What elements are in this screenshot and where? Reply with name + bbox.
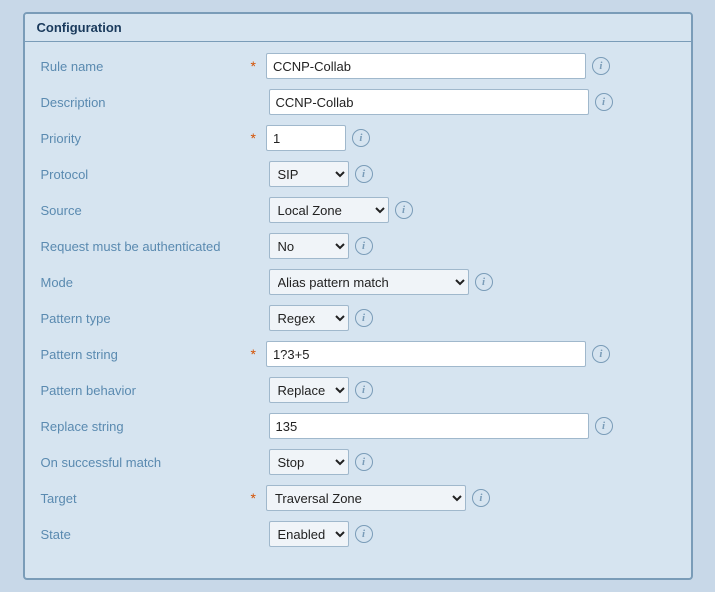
mode-controls: Alias pattern match Any alias i	[251, 269, 675, 295]
description-controls: i	[251, 89, 675, 115]
pattern-type-controls: Regex Prefix Suffix i	[251, 305, 675, 331]
pattern-string-required-star: *	[251, 346, 256, 362]
rule-name-info-icon[interactable]: i	[592, 57, 610, 75]
state-info-icon[interactable]: i	[355, 525, 373, 543]
pattern-behavior-controls: Replace Strip Add prefix i	[251, 377, 675, 403]
source-label: Source	[41, 203, 251, 218]
target-info-icon[interactable]: i	[472, 489, 490, 507]
description-row: Description i	[41, 86, 675, 118]
source-select[interactable]: Local Zone Default Zone	[269, 197, 389, 223]
mode-select[interactable]: Alias pattern match Any alias	[269, 269, 469, 295]
pattern-string-row: Pattern string * i	[41, 338, 675, 370]
request-auth-info-icon[interactable]: i	[355, 237, 373, 255]
target-label: Target	[41, 491, 251, 506]
on-success-label: On successful match	[41, 455, 251, 470]
description-label: Description	[41, 95, 251, 110]
protocol-info-icon[interactable]: i	[355, 165, 373, 183]
state-controls: Enabled Disabled i	[251, 521, 675, 547]
state-row: State Enabled Disabled i	[41, 518, 675, 550]
pattern-behavior-select[interactable]: Replace Strip Add prefix	[269, 377, 349, 403]
pattern-type-label: Pattern type	[41, 311, 251, 326]
replace-string-input[interactable]	[269, 413, 589, 439]
description-info-icon[interactable]: i	[595, 93, 613, 111]
source-controls: Local Zone Default Zone i	[251, 197, 675, 223]
priority-info-icon[interactable]: i	[352, 129, 370, 147]
pattern-behavior-info-icon[interactable]: i	[355, 381, 373, 399]
configuration-panel: Configuration Rule name * i Description …	[23, 12, 693, 580]
description-input[interactable]	[269, 89, 589, 115]
priority-required-star: *	[251, 130, 256, 146]
protocol-row: Protocol SIP H.323 i	[41, 158, 675, 190]
pattern-string-info-icon[interactable]: i	[592, 345, 610, 363]
rule-name-input[interactable]	[266, 53, 586, 79]
source-row: Source Local Zone Default Zone i	[41, 194, 675, 226]
request-auth-row: Request must be authenticated No Yes i	[41, 230, 675, 262]
pattern-behavior-row: Pattern behavior Replace Strip Add prefi…	[41, 374, 675, 406]
request-auth-select[interactable]: No Yes	[269, 233, 349, 259]
mode-label: Mode	[41, 275, 251, 290]
rule-name-row: Rule name * i	[41, 50, 675, 82]
target-row: Target * Traversal Zone Default Zone Loc…	[41, 482, 675, 514]
mode-info-icon[interactable]: i	[475, 273, 493, 291]
target-controls: * Traversal Zone Default Zone Local Zone…	[251, 485, 675, 511]
required-star: *	[251, 58, 256, 74]
replace-string-info-icon[interactable]: i	[595, 417, 613, 435]
priority-label: Priority	[41, 131, 251, 146]
target-select[interactable]: Traversal Zone Default Zone Local Zone	[266, 485, 466, 511]
priority-input[interactable]	[266, 125, 346, 151]
on-success-controls: Stop Continue i	[251, 449, 675, 475]
on-success-row: On successful match Stop Continue i	[41, 446, 675, 478]
protocol-label: Protocol	[41, 167, 251, 182]
replace-string-row: Replace string i	[41, 410, 675, 442]
replace-string-label: Replace string	[41, 419, 251, 434]
on-success-info-icon[interactable]: i	[355, 453, 373, 471]
rule-name-label: Rule name	[41, 59, 251, 74]
on-success-select[interactable]: Stop Continue	[269, 449, 349, 475]
pattern-behavior-label: Pattern behavior	[41, 383, 251, 398]
replace-string-controls: i	[251, 413, 675, 439]
priority-controls: * i	[251, 125, 675, 151]
panel-title: Configuration	[25, 14, 691, 42]
request-auth-controls: No Yes i	[251, 233, 675, 259]
request-auth-label: Request must be authenticated	[41, 239, 251, 254]
protocol-controls: SIP H.323 i	[251, 161, 675, 187]
pattern-type-info-icon[interactable]: i	[355, 309, 373, 327]
pattern-string-label: Pattern string	[41, 347, 251, 362]
state-select[interactable]: Enabled Disabled	[269, 521, 349, 547]
pattern-string-input[interactable]	[266, 341, 586, 367]
rule-name-controls: * i	[251, 53, 675, 79]
source-info-icon[interactable]: i	[395, 201, 413, 219]
protocol-select[interactable]: SIP H.323	[269, 161, 349, 187]
pattern-type-select[interactable]: Regex Prefix Suffix	[269, 305, 349, 331]
target-required-star: *	[251, 490, 256, 506]
pattern-type-row: Pattern type Regex Prefix Suffix i	[41, 302, 675, 334]
priority-row: Priority * i	[41, 122, 675, 154]
form-body: Rule name * i Description i Priority * i	[25, 42, 691, 562]
mode-row: Mode Alias pattern match Any alias i	[41, 266, 675, 298]
pattern-string-controls: * i	[251, 341, 675, 367]
state-label: State	[41, 527, 251, 542]
